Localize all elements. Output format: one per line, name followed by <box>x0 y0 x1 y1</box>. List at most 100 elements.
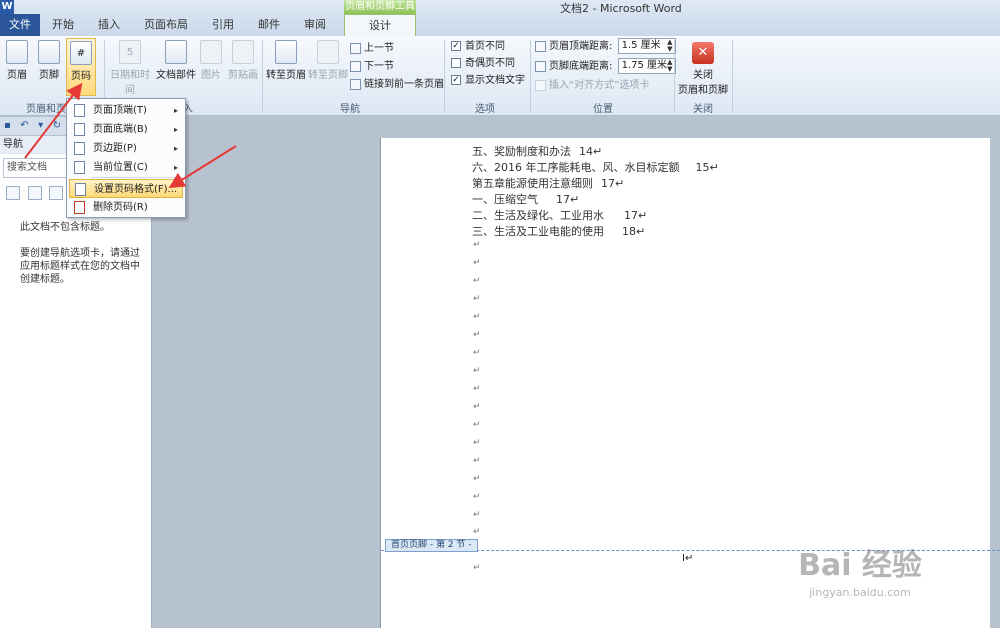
insert-alignment-tab-button[interactable]: 插入“对齐方式”选项卡 <box>535 78 649 94</box>
group-divider <box>530 40 531 112</box>
search-document-input[interactable]: 搜索文档 <box>3 158 67 178</box>
watermark-url: jingyan.baidu.com <box>809 586 911 599</box>
toc-line[interactable]: 第五章能源使用注意细则 17↵ <box>472 175 624 191</box>
toc-line[interactable]: 一、压缩空气 17↵ <box>472 191 579 207</box>
toc-line-page: 14↵ <box>579 145 603 158</box>
group-divider <box>674 40 675 112</box>
different-first-page-checkbox[interactable]: ✓ 首页不同 <box>451 39 505 55</box>
paragraph-mark: ↵ <box>473 420 481 430</box>
checkbox-checked-icon: ✓ <box>451 41 461 51</box>
close-label-line1: 关闭 <box>693 70 713 81</box>
tab-mailings[interactable]: 邮件 <box>246 14 292 36</box>
spinner-arrows-icon[interactable]: ▲ ▼ <box>667 59 672 73</box>
menu-item-format-page-numbers[interactable]: 设置页码格式(F)... <box>69 179 183 198</box>
menu-item-label: 页面顶端(T) <box>93 105 147 116</box>
header-distance-input[interactable]: 1.5 厘米 ▲ ▼ <box>617 38 676 54</box>
paragraph-mark: ↵ <box>473 492 481 502</box>
create-headings-hint: 要创建导航选项卡，请通过应用标题样式在您的文档中创建标题。 <box>20 248 140 285</box>
submenu-arrow-icon: ▸ <box>173 144 178 153</box>
paragraph-mark: ↵ <box>473 366 481 376</box>
footer-distance-row: 页脚底端距离: 1.75 厘米 ▲ ▼ <box>535 58 676 76</box>
different-odd-even-checkbox[interactable]: 奇偶页不同 <box>451 56 515 72</box>
save-icon[interactable]: ▪ <box>4 120 11 131</box>
toc-line-text: 一、压缩空气 <box>472 193 538 206</box>
goto-footer-button[interactable]: 转至页脚 <box>308 40 348 81</box>
window-title: 文档2 - Microsoft Word <box>560 2 682 15</box>
toc-line-text: 五、奖励制度和办法 <box>472 145 571 158</box>
show-document-text-checkbox[interactable]: ✓ 显示文档文字 <box>451 73 525 89</box>
options-group-label: 选项 <box>475 104 495 115</box>
no-headings-message: 此文档不包含标题。 <box>20 222 110 233</box>
browse-results-icon[interactable] <box>49 186 63 200</box>
clip-art-button[interactable]: 剪贴画 <box>228 40 258 81</box>
header-distance-label: 页眉顶端距离: <box>549 41 613 52</box>
tab-page-layout[interactable]: 页面布局 <box>132 14 200 36</box>
word-app-icon[interactable]: W <box>0 0 14 14</box>
toc-line[interactable]: 三、生活及工业电能的使用 18↵ <box>472 223 645 239</box>
picture-label: 图片 <box>201 70 221 81</box>
page-top-icon <box>74 104 85 117</box>
date-time-label: 日期和时间 <box>110 70 150 96</box>
menu-item-page-margin[interactable]: 页边距(P) ▸ <box>69 139 183 158</box>
paragraph-mark: ↵ <box>473 402 481 412</box>
close-header-footer-button[interactable]: ✕ 关闭 页眉和页脚 <box>678 42 728 96</box>
header-button-label: 页眉 <box>7 70 27 81</box>
footer-distance-input[interactable]: 1.75 厘米 ▲ ▼ <box>617 58 676 74</box>
group-divider <box>444 40 445 112</box>
picture-button[interactable]: 图片 <box>198 40 224 81</box>
toc-line-page: 17↵ <box>624 209 648 222</box>
watermark-logo-text: Bai 经验 <box>798 548 922 583</box>
next-section-label: 下一节 <box>364 61 394 72</box>
navigation-group-label: 导航 <box>340 104 360 115</box>
toc-line-page: 18↵ <box>622 225 646 238</box>
footer-button[interactable]: 页脚 <box>36 40 62 81</box>
next-section-button[interactable]: 下一节 <box>350 59 394 75</box>
link-to-previous-button[interactable]: 链接到前一条页眉 <box>350 77 444 93</box>
menu-separator <box>91 177 183 178</box>
toc-line-text: 三、生活及工业电能的使用 <box>472 225 604 238</box>
toc-line[interactable]: 二、生活及绿化、工业用水 17↵ <box>472 207 647 223</box>
goto-header-label: 转至页眉 <box>266 70 306 81</box>
tab-insert[interactable]: 插入 <box>86 14 132 36</box>
spinner-arrows-icon[interactable]: ▲ ▼ <box>667 39 672 53</box>
tab-home[interactable]: 开始 <box>40 14 86 36</box>
toc-line[interactable]: 六、2016 年工序能耗电、风、水目标定额 15↵ <box>472 159 719 175</box>
browse-pages-icon[interactable] <box>27 186 42 200</box>
menu-item-current-position[interactable]: 当前位置(C) ▸ <box>69 158 183 177</box>
paragraph-mark: ↵ <box>473 527 481 537</box>
undo-dropdown-icon[interactable]: ▾ <box>38 120 43 131</box>
menu-item-page-bottom[interactable]: 页面底端(B) ▸ <box>69 120 183 139</box>
redo-icon[interactable]: ↻ <box>53 120 61 131</box>
goto-header-button[interactable]: 转至页眉 <box>266 40 306 81</box>
paragraph-mark: ↵ <box>473 563 481 573</box>
tab-design[interactable]: 设计 <box>344 14 416 36</box>
menu-item-remove-page-numbers[interactable]: 删除页码(R) <box>69 198 183 217</box>
paragraph-mark: ↵ <box>473 330 481 340</box>
footer-section-tag: 首页页脚 - 第 2 节 - <box>385 539 478 552</box>
date-time-button[interactable]: 5 日期和时间 <box>106 40 154 96</box>
close-group-label: 关闭 <box>693 104 713 115</box>
undo-icon[interactable]: ↶ <box>20 120 28 131</box>
tab-file[interactable]: 文件 <box>0 14 40 36</box>
toc-line-page: 17↵ <box>556 193 580 206</box>
goto-header-icon <box>275 40 297 64</box>
toc-line[interactable]: 五、奖励制度和办法 14↵ <box>472 143 602 159</box>
toc-line-text: 二、生活及绿化、工业用水 <box>472 209 604 222</box>
toc-line-page: 15↵ <box>695 161 719 174</box>
calendar-icon: 5 <box>119 40 141 64</box>
header-button[interactable]: 页眉 <box>4 40 30 81</box>
browse-headings-icon[interactable] <box>6 186 20 200</box>
paragraph-mark: ↵ <box>473 312 481 322</box>
tab-references[interactable]: 引用 <box>200 14 246 36</box>
quick-parts-button[interactable]: 文档部件 <box>156 40 196 81</box>
previous-section-button[interactable]: 上一节 <box>350 41 394 57</box>
toc-line-page: 17↵ <box>601 177 625 190</box>
position-group-label: 位置 <box>593 104 613 115</box>
goto-footer-label: 转至页脚 <box>308 70 348 81</box>
header-distance-icon <box>535 40 546 52</box>
tab-review[interactable]: 审阅 <box>292 14 338 36</box>
menu-item-page-top[interactable]: 页面顶端(T) ▸ <box>69 101 183 120</box>
picture-icon <box>200 40 222 64</box>
page-number-button[interactable]: # 页码 <box>66 38 96 96</box>
insert-alignment-tab-label: 插入“对齐方式”选项卡 <box>549 80 650 91</box>
